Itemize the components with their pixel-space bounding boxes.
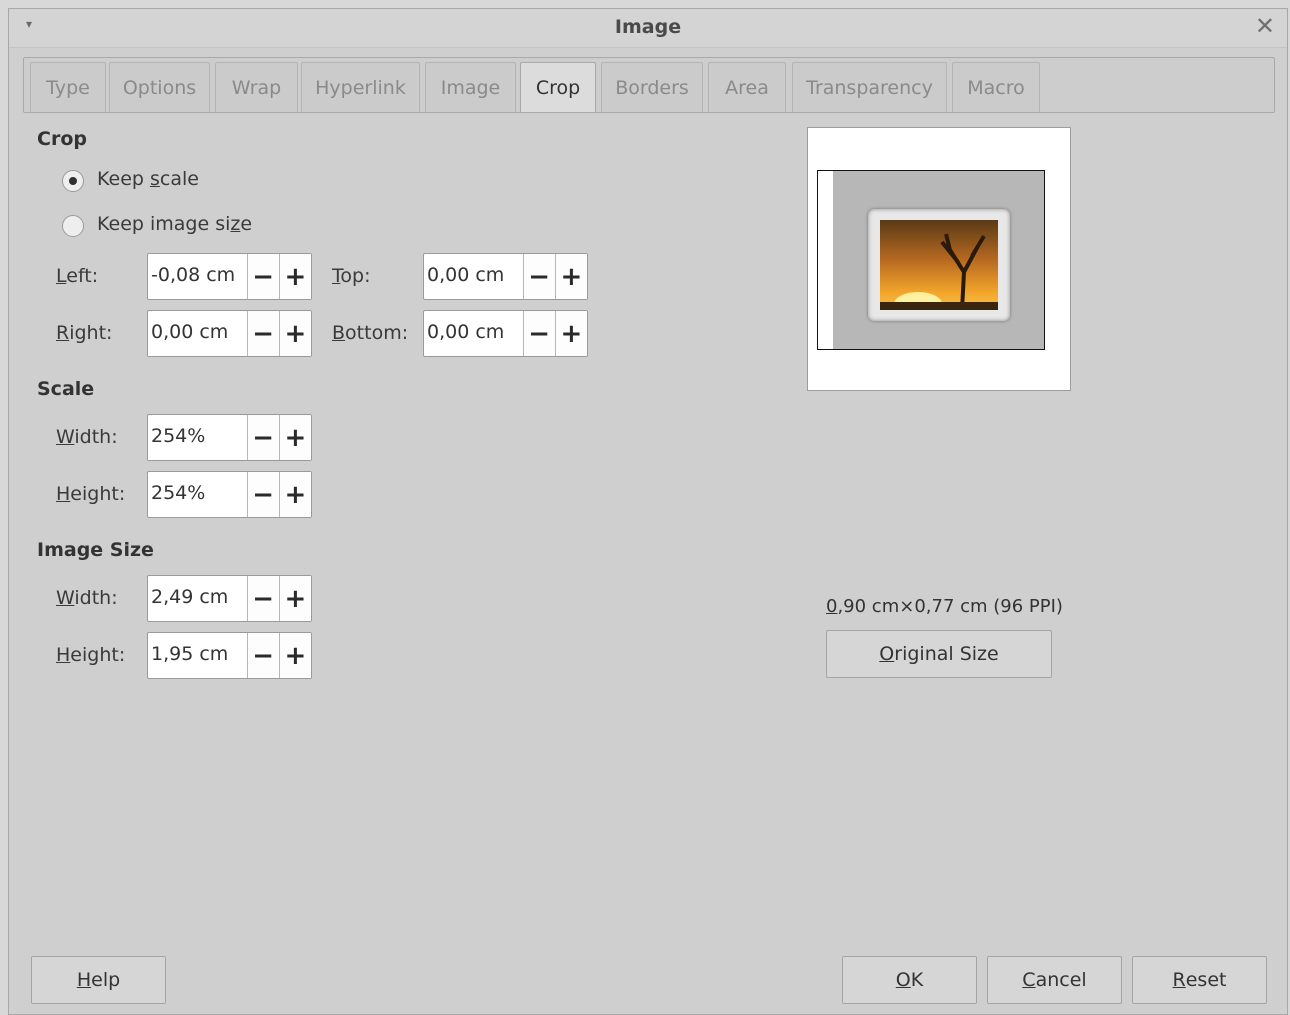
crop-bottom-label: Bottom:	[332, 322, 409, 344]
crop-top-label: Top:	[332, 265, 371, 287]
scale-width-spinbox[interactable]: 254% − +	[147, 414, 312, 461]
close-icon[interactable]: ✕	[1255, 12, 1275, 40]
crop-preview-frame	[817, 170, 1045, 350]
crop-right-increment-button[interactable]: +	[279, 311, 311, 356]
crop-bottom-increment-button[interactable]: +	[555, 311, 587, 356]
image-width-label: Width:	[56, 587, 118, 609]
crop-left-increment-button[interactable]: +	[279, 254, 311, 299]
tab-wrap[interactable]: Wrap	[215, 62, 298, 112]
tab-type[interactable]: Type	[30, 62, 106, 112]
scale-width-input[interactable]: 254%	[148, 415, 248, 460]
crop-top-spinbox[interactable]: 0,00 cm − +	[423, 253, 588, 300]
tab-area[interactable]: Area	[708, 62, 786, 112]
original-size-button[interactable]: Original Size	[826, 630, 1052, 678]
keep-scale-label[interactable]: Keep scale	[97, 168, 199, 190]
cancel-button[interactable]: Cancel	[987, 956, 1122, 1004]
crop-preview-margin	[818, 171, 833, 349]
image-size-section-title: Image Size	[37, 539, 154, 561]
image-height-increment-button[interactable]: +	[279, 633, 311, 678]
crop-left-spinbox[interactable]: -0,08 cm − +	[147, 253, 312, 300]
crop-top-input[interactable]: 0,00 cm	[424, 254, 524, 299]
crop-right-decrement-button[interactable]: −	[247, 311, 280, 356]
scale-width-decrement-button[interactable]: −	[247, 415, 280, 460]
crop-right-input[interactable]: 0,00 cm	[148, 311, 248, 356]
image-thumbnail-icon	[868, 209, 1010, 321]
tab-bar: Type Options Wrap Hyperlink Image Crop B…	[23, 57, 1275, 113]
crop-left-decrement-button[interactable]: −	[247, 254, 280, 299]
crop-top-decrement-button[interactable]: −	[523, 254, 556, 299]
reset-button[interactable]: Reset	[1132, 956, 1267, 1004]
image-height-decrement-button[interactable]: −	[247, 633, 280, 678]
scale-width-label: Width:	[56, 426, 118, 448]
tab-transparency[interactable]: Transparency	[792, 62, 947, 112]
tab-borders[interactable]: Borders	[601, 62, 703, 112]
tab-macro[interactable]: Macro	[952, 62, 1040, 112]
image-dialog: ▾ Image ✕ Type Options Wrap Hyperlink Im…	[8, 8, 1288, 1015]
crop-preview	[807, 127, 1071, 391]
keep-scale-radio[interactable]	[62, 170, 84, 192]
crop-bottom-decrement-button[interactable]: −	[523, 311, 556, 356]
crop-bottom-spinbox[interactable]: 0,00 cm − +	[423, 310, 588, 357]
image-height-input[interactable]: 1,95 cm	[148, 633, 248, 678]
crop-right-spinbox[interactable]: 0,00 cm − +	[147, 310, 312, 357]
scale-height-decrement-button[interactable]: −	[247, 472, 280, 517]
window-title: Image	[614, 16, 682, 38]
scale-height-label: Height:	[56, 483, 126, 505]
tab-hyperlink[interactable]: Hyperlink	[301, 62, 420, 112]
ok-button[interactable]: OK	[842, 956, 977, 1004]
scale-height-increment-button[interactable]: +	[279, 472, 311, 517]
scale-width-increment-button[interactable]: +	[279, 415, 311, 460]
image-width-increment-button[interactable]: +	[279, 576, 311, 621]
scale-height-spinbox[interactable]: 254% − +	[147, 471, 312, 518]
tab-image[interactable]: Image	[425, 62, 516, 112]
scale-section-title: Scale	[37, 378, 95, 400]
image-width-input[interactable]: 2,49 cm	[148, 576, 248, 621]
image-width-decrement-button[interactable]: −	[247, 576, 280, 621]
help-button[interactable]: Help	[31, 956, 166, 1004]
image-height-label: Height:	[56, 644, 126, 666]
tab-crop[interactable]: Crop	[520, 62, 596, 112]
crop-section-title: Crop	[37, 128, 87, 150]
crop-left-input[interactable]: -0,08 cm	[148, 254, 248, 299]
scale-height-input[interactable]: 254%	[148, 472, 248, 517]
keep-image-size-label[interactable]: Keep image size	[97, 213, 252, 235]
keep-image-size-radio[interactable]	[62, 215, 84, 237]
crop-top-increment-button[interactable]: +	[555, 254, 587, 299]
crop-bottom-input[interactable]: 0,00 cm	[424, 311, 524, 356]
crop-left-label: Left:	[56, 265, 99, 287]
title-bar: ▾ Image ✕	[9, 9, 1287, 48]
image-width-spinbox[interactable]: 2,49 cm − +	[147, 575, 312, 622]
tab-options[interactable]: Options	[109, 62, 210, 112]
image-height-spinbox[interactable]: 1,95 cm − +	[147, 632, 312, 679]
crop-right-label: Right:	[56, 322, 113, 344]
original-size-info: 0,90 cm×0,77 cm (96 PPI)	[826, 596, 1063, 617]
